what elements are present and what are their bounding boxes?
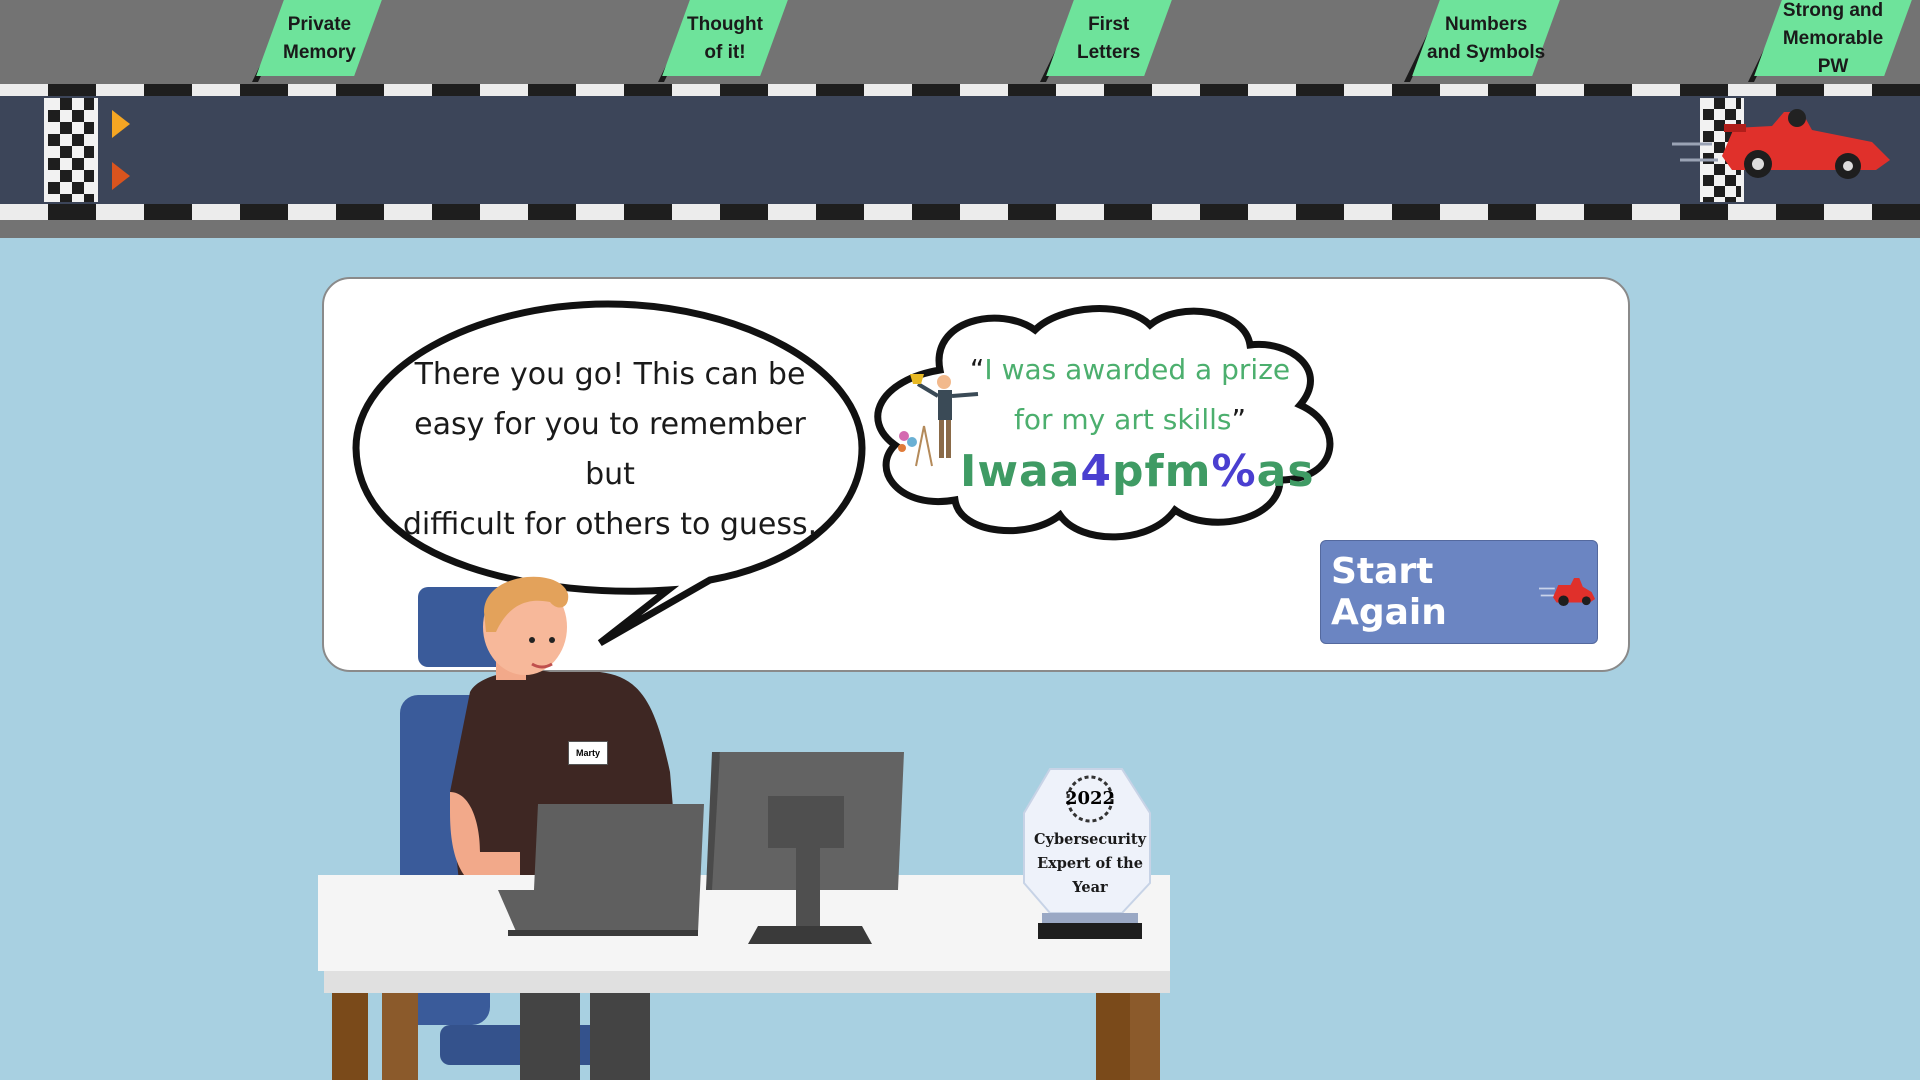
monitor-icon bbox=[706, 752, 904, 944]
quote-word: a bbox=[1195, 353, 1213, 386]
password-example: Iwaa4pfm%as bbox=[960, 446, 1314, 497]
password-letters: Iwaa bbox=[960, 446, 1081, 497]
name-tag: Marty bbox=[568, 741, 608, 765]
password-symbol: % bbox=[1211, 446, 1257, 497]
thought-quote: “I was awarded a prize for my art skills… bbox=[950, 345, 1310, 445]
quote-word: my bbox=[1061, 403, 1106, 436]
start-again-label: Start Again bbox=[1331, 551, 1447, 633]
track-border-bottom bbox=[0, 204, 1920, 220]
password-letters: as bbox=[1256, 446, 1315, 497]
quote-word: awarded bbox=[1065, 353, 1187, 386]
start-arrow-icon bbox=[112, 110, 130, 138]
trophy-label: Cybersecurity Expert of the Year bbox=[1034, 831, 1146, 896]
quote-word: I bbox=[984, 353, 993, 386]
laptop-icon bbox=[498, 804, 704, 936]
password-letters: pfm bbox=[1112, 446, 1212, 497]
speech-text: There you go! This can be easy for you t… bbox=[402, 357, 818, 542]
race-road bbox=[0, 96, 1920, 204]
quote-word: was bbox=[1001, 353, 1057, 386]
start-again-button[interactable]: Start Again bbox=[1320, 540, 1598, 644]
close-quote: ” bbox=[1231, 403, 1246, 436]
start-arrow-icon bbox=[112, 162, 130, 190]
quote-word: skills bbox=[1162, 403, 1232, 436]
open-quote: “ bbox=[969, 353, 985, 386]
trophy-year: 2022 bbox=[1064, 788, 1116, 809]
race-car-icon bbox=[1539, 577, 1596, 607]
quote-word: prize bbox=[1221, 353, 1291, 386]
progress-step-numbers-symbols: Numbers and Symbols bbox=[1412, 0, 1560, 76]
progress-step-strong-memorable: Strong and Memorable PW bbox=[1754, 0, 1912, 77]
password-symbol: 4 bbox=[1080, 446, 1113, 497]
race-car-icon bbox=[1672, 109, 1890, 179]
quote-word: art bbox=[1114, 403, 1154, 436]
checkered-flag-icon bbox=[44, 98, 98, 202]
quote-word: for bbox=[1014, 403, 1053, 436]
